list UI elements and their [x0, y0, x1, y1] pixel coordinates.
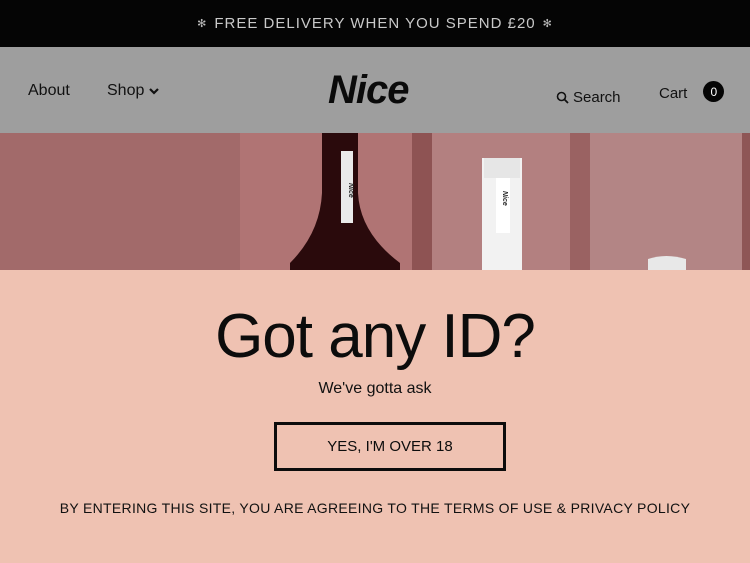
cart-count-badge: 0 [703, 81, 725, 102]
announcement-bar: ✻ FREE DELIVERY WHEN YOU SPEND £20 ✻ [0, 0, 750, 47]
announcement-text: FREE DELIVERY WHEN YOU SPEND £20 [214, 15, 536, 32]
age-gate-title: Got any ID? [215, 302, 536, 371]
search-label: Search [573, 89, 621, 106]
confirm-age-button[interactable]: YES, I'M OVER 18 [274, 422, 506, 471]
site-header: About Shop Nice Search Cart 0 [0, 47, 750, 133]
bottle-label: Nice [347, 183, 354, 198]
terms-notice: BY ENTERING THIS SITE, YOU ARE AGREEING … [59, 500, 691, 516]
hero-image: Nice Nice [0, 133, 750, 270]
asterisk-icon: ✻ [542, 18, 553, 30]
search-button[interactable]: Search [556, 89, 621, 106]
cart-label: Cart [659, 85, 688, 102]
wine-bottles-image: Nice Nice [0, 133, 750, 270]
search-icon [556, 91, 569, 104]
nav-shop-label: Shop [107, 82, 145, 99]
cart-button[interactable]: Cart 0 [659, 81, 725, 102]
asterisk-icon: ✻ [197, 18, 208, 30]
age-gate-subtitle: We've gotta ask [318, 380, 432, 397]
nav-shop-link[interactable]: Shop [107, 82, 160, 100]
nav-about-link[interactable]: About [28, 82, 70, 100]
site-logo[interactable]: Nice [328, 69, 432, 111]
chevron-down-icon [149, 88, 160, 95]
bottle-label: Nice [501, 191, 508, 206]
